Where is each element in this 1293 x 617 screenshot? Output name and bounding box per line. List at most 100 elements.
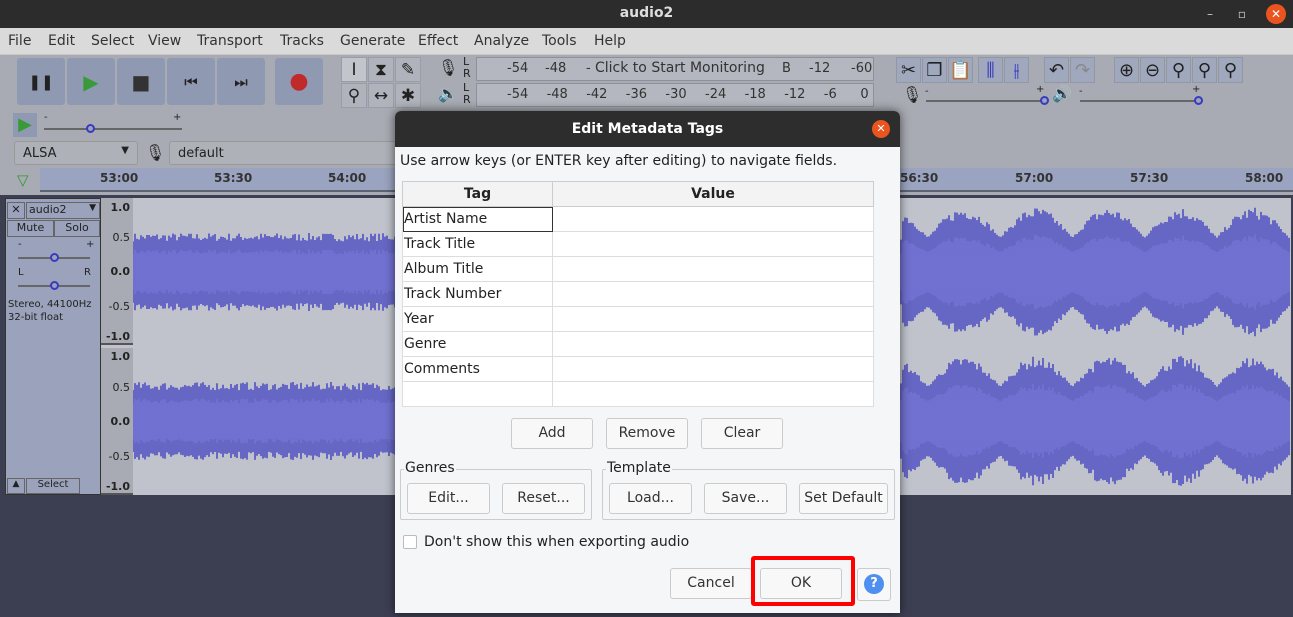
- menu-edit[interactable]: Edit: [48, 33, 75, 49]
- record-volume-slider[interactable]: [926, 96, 1049, 105]
- help-button[interactable]: ?: [857, 568, 891, 601]
- value-cell[interactable]: [552, 256, 874, 282]
- tag-cell[interactable]: Track Title: [402, 231, 553, 257]
- redo-button[interactable]: ↷: [1070, 57, 1095, 83]
- fit-selection-button[interactable]: ⚲: [1166, 57, 1191, 83]
- zoom-in-button[interactable]: ⊕: [1114, 57, 1139, 83]
- value-cell[interactable]: [552, 381, 874, 407]
- menu-analyze[interactable]: Analyze: [474, 33, 529, 49]
- add-button[interactable]: Add: [511, 418, 593, 449]
- tag-cell[interactable]: Album Title: [402, 256, 553, 282]
- tag-cell[interactable]: Track Number: [402, 281, 553, 307]
- tag-cell[interactable]: Artist Name: [402, 206, 553, 232]
- playback-speed-slider[interactable]: [44, 124, 182, 133]
- playback-meter-speaker-icon[interactable]: 🔈: [438, 84, 458, 103]
- play-icon: ▶: [18, 114, 32, 135]
- amplitude-scale: 1.0 0.5 0.0 -0.5 -1.0: [101, 348, 133, 495]
- window-title-bar: audio2: [0, 0, 1293, 28]
- pan-slider[interactable]: [18, 281, 90, 290]
- silence-button[interactable]: ⫲: [1004, 57, 1029, 83]
- cancel-button[interactable]: Cancel: [670, 568, 752, 599]
- playback-meter[interactable]: -54 -48 -42 -36 -30 -24 -18 -12 -6 0: [476, 83, 874, 107]
- record-button[interactable]: ●: [275, 58, 323, 105]
- template-save-button[interactable]: Save...: [704, 483, 787, 514]
- menu-tracks[interactable]: Tracks: [280, 33, 324, 49]
- cut-button[interactable]: ✂: [896, 57, 921, 83]
- selection-tool[interactable]: I: [341, 57, 367, 82]
- draw-tool[interactable]: ✎: [395, 57, 421, 82]
- table-row: Genre: [402, 331, 874, 357]
- set-default-button[interactable]: Set Default: [799, 483, 888, 514]
- menu-view[interactable]: View: [148, 33, 181, 49]
- menu-file[interactable]: File: [8, 33, 31, 49]
- record-meter[interactable]: -54 -48 - Click to Start Monitoring B -1…: [476, 57, 874, 81]
- slider-handle[interactable]: [1040, 96, 1049, 105]
- value-cell[interactable]: [552, 281, 874, 307]
- dialog-close-button[interactable]: ✕: [872, 120, 890, 138]
- collapse-track-button[interactable]: ▲: [7, 478, 25, 494]
- value-cell[interactable]: [552, 356, 874, 382]
- menu-select[interactable]: Select: [91, 33, 134, 49]
- genres-reset-button[interactable]: Reset...: [502, 483, 585, 514]
- playback-volume-min: -: [1079, 86, 1083, 97]
- clear-button[interactable]: Clear: [701, 418, 783, 449]
- value-cell[interactable]: [552, 331, 874, 357]
- time-shift-tool[interactable]: ↔: [368, 83, 394, 108]
- genres-edit-button[interactable]: Edit...: [407, 483, 490, 514]
- slider-handle[interactable]: [50, 253, 59, 262]
- maximize-icon[interactable]: ▫: [1232, 4, 1252, 24]
- paste-button[interactable]: 📋: [948, 57, 973, 83]
- remove-button[interactable]: Remove: [606, 418, 688, 449]
- meter-tick: -48: [545, 61, 567, 76]
- tag-cell[interactable]: [402, 381, 553, 407]
- meter-tick: -54: [507, 61, 529, 76]
- play-at-speed-button[interactable]: ▶: [13, 113, 37, 137]
- skip-start-button[interactable]: ⏮: [167, 58, 215, 105]
- redo-icon: ↷: [1074, 59, 1091, 81]
- menu-tools[interactable]: Tools: [542, 33, 577, 49]
- window-close-icon[interactable]: ✕: [1266, 4, 1286, 24]
- menu-effect[interactable]: Effect: [418, 33, 458, 49]
- monitor-prompt[interactable]: Click to Start Monitoring: [595, 60, 765, 76]
- menu-transport[interactable]: Transport: [197, 33, 263, 49]
- zoom-out-button[interactable]: ⊖: [1140, 57, 1165, 83]
- record-meter-microphone-icon[interactable]: 🎙: [438, 58, 458, 77]
- track-close-button[interactable]: ✕: [7, 202, 25, 219]
- play-button[interactable]: ▶: [67, 58, 115, 105]
- menu-help[interactable]: Help: [594, 33, 626, 49]
- slider-handle[interactable]: [50, 281, 59, 290]
- fit-project-button[interactable]: ⚲: [1192, 57, 1217, 83]
- tag-cell[interactable]: Year: [402, 306, 553, 332]
- envelope-tool[interactable]: ⧗: [368, 57, 394, 82]
- column-header-value: Value: [552, 181, 874, 207]
- track-menu-button[interactable]: audio2 ▼: [26, 202, 100, 219]
- select-track-button[interactable]: Select: [26, 478, 80, 494]
- dont-show-checkbox[interactable]: [403, 535, 417, 549]
- audio-host-select[interactable]: ALSA ▼: [14, 141, 138, 165]
- pause-button[interactable]: ❚❚: [17, 58, 65, 105]
- trim-button[interactable]: ⫼: [978, 57, 1003, 83]
- slider-handle[interactable]: [86, 124, 95, 133]
- gain-slider[interactable]: [18, 253, 90, 262]
- timeline-options-icon[interactable]: ▽: [17, 171, 29, 189]
- tag-cell[interactable]: Genre: [402, 331, 553, 357]
- stop-button[interactable]: ■: [117, 58, 165, 105]
- skip-end-button[interactable]: ⏭: [217, 58, 265, 105]
- tag-cell[interactable]: Comments: [402, 356, 553, 382]
- recording-device-select[interactable]: default: [169, 141, 399, 165]
- value-cell[interactable]: [552, 231, 874, 257]
- value-cell[interactable]: [552, 306, 874, 332]
- zoom-toggle-button[interactable]: ⚲: [1218, 57, 1243, 83]
- value-cell[interactable]: [552, 206, 874, 232]
- undo-button[interactable]: ↶: [1044, 57, 1069, 83]
- slider-handle[interactable]: [1194, 96, 1203, 105]
- zoom-tool[interactable]: ⚲: [341, 83, 367, 108]
- playback-volume-slider[interactable]: [1080, 96, 1203, 105]
- minimize-icon[interactable]: –: [1200, 4, 1220, 24]
- multi-tool[interactable]: ✱: [395, 83, 421, 108]
- template-load-button[interactable]: Load...: [609, 483, 692, 514]
- solo-button[interactable]: Solo: [54, 220, 100, 237]
- mute-button[interactable]: Mute: [7, 220, 54, 237]
- copy-button[interactable]: ❐: [922, 57, 947, 83]
- menu-generate[interactable]: Generate: [340, 33, 405, 49]
